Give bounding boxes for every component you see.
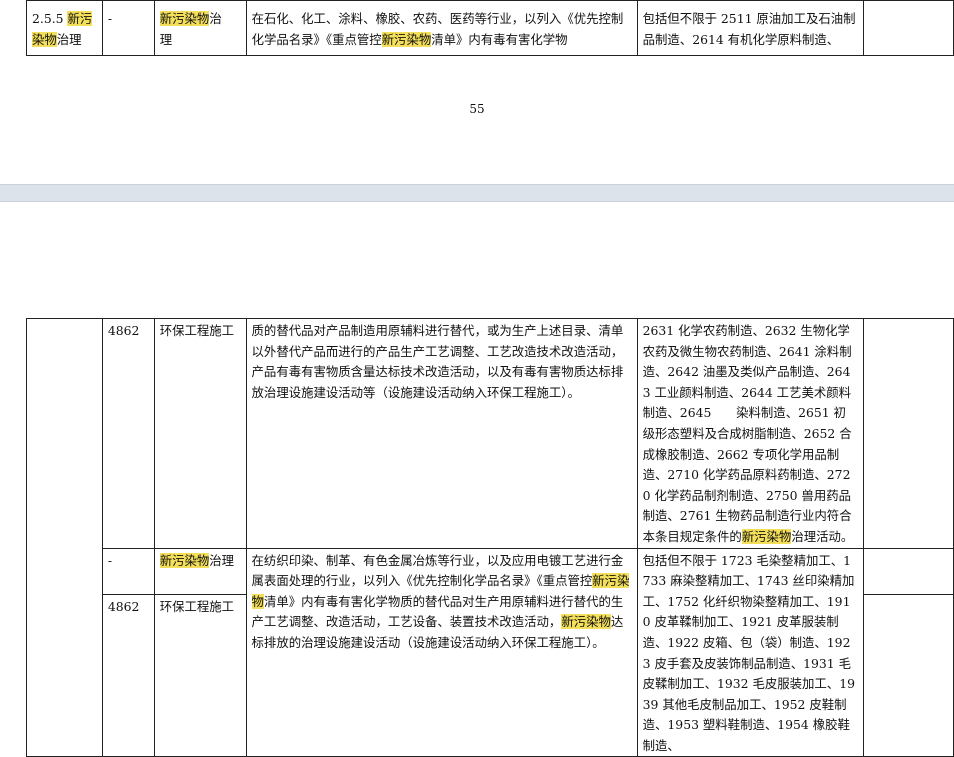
highlight-term: 新污染物 xyxy=(159,11,210,26)
table-row: - 新污染物治理 在纺织印染、制革、有色金属冶炼等行业，以及应用电镀工艺进行金属… xyxy=(27,547,954,757)
highlight-term: 染物 xyxy=(32,31,57,47)
page-separator xyxy=(0,184,954,202)
category-rest: 治 xyxy=(209,11,222,26)
highlight-term: 新污 xyxy=(67,11,93,26)
item-code-cell xyxy=(26,317,103,757)
industry-code-cell: 4862 xyxy=(101,318,155,549)
highlight-term: 新污染物 xyxy=(741,528,792,544)
industry-code-cell: - xyxy=(101,547,155,596)
table-row: 4862 环保工程施工 质的替代品对产品制造用原辅料进行替代，或为生产上述目录、… xyxy=(26,317,954,757)
category-cell: 环保工程施工 xyxy=(153,318,247,549)
scope-cell: 包括但不限于 1723 毛染整精加工、1733 麻染整精加工、1743 丝印染精… xyxy=(636,547,865,757)
scope-cell: 包括但不限于 2511 原油加工及石油制品制造、2614 有机化学原料制造、 xyxy=(636,0,865,56)
page-number: 55 xyxy=(469,102,485,116)
catalog-table-top: 2.5.5 新污 染物治理 - 新污染物治理 在石化、化工、涂料、橡胶、农药、医药… xyxy=(26,0,954,56)
category-cell: 新污染物治理 xyxy=(153,0,247,56)
notes-cell xyxy=(863,547,954,596)
scope-cell: 2631 化学农药制造、2632 生物化学农药及微生物农药制造、2641 涂料制… xyxy=(636,318,865,549)
notes-cell xyxy=(863,318,954,549)
item-name-rest: 治理 xyxy=(56,31,82,47)
document-page-55: 2.5.5 新污 染物治理 - 新污染物治理 在石化、化工、涂料、橡胶、农药、医药… xyxy=(0,0,954,184)
scope-text: 2631 化学农药制造、2632 生物化学农药及微生物农药制造、2641 涂料制… xyxy=(642,323,852,544)
industry-code-cell: - xyxy=(101,0,155,56)
item-code-cell: 2.5.5 新污 染物治理 xyxy=(26,0,103,56)
category-cell: 新污染物治理 xyxy=(153,547,247,596)
category-cell: 环保工程施工 xyxy=(153,594,247,757)
description-cell: 质的替代品对产品制造用原辅料进行替代，或为生产上述目录、清单以外替代产品而进行的… xyxy=(245,318,638,549)
description-text: 在纺织印染、制革、有色金属冶炼等行业，以及应用电镀工艺进行金属表面处理的行业，以… xyxy=(251,552,624,589)
description-cell: 在石化、化工、涂料、橡胶、农药、医药等行业，以列入《优先控制化学品名录》《重点管… xyxy=(245,0,638,56)
highlight-term: 新污染物 xyxy=(561,614,611,630)
description-text: 清单》内有毒有害化学物 xyxy=(431,31,568,47)
document-page-56: 4862 环保工程施工 质的替代品对产品制造用原辅料进行替代，或为生产上述目录、… xyxy=(0,202,954,757)
highlight-term: 新污染物 xyxy=(381,31,432,47)
notes-cell xyxy=(863,594,954,757)
category-rest: 理 xyxy=(159,31,173,47)
description-cell: 在纺织印染、制革、有色金属冶炼等行业，以及应用电镀工艺进行金属表面处理的行业，以… xyxy=(245,547,638,757)
item-code: 2.5.5 xyxy=(32,11,64,26)
table-row: 2.5.5 新污 染物治理 - 新污染物治理 在石化、化工、涂料、橡胶、农药、医药… xyxy=(26,0,954,56)
scope-text: 治理活动。 xyxy=(791,528,854,544)
category-rest: 治理 xyxy=(209,552,235,568)
industry-code-cell: 4862 xyxy=(101,594,155,757)
catalog-table: 4862 环保工程施工 质的替代品对产品制造用原辅料进行替代，或为生产上述目录、… xyxy=(26,317,954,757)
notes-cell xyxy=(863,0,954,56)
highlight-term: 新污染物 xyxy=(159,552,210,568)
